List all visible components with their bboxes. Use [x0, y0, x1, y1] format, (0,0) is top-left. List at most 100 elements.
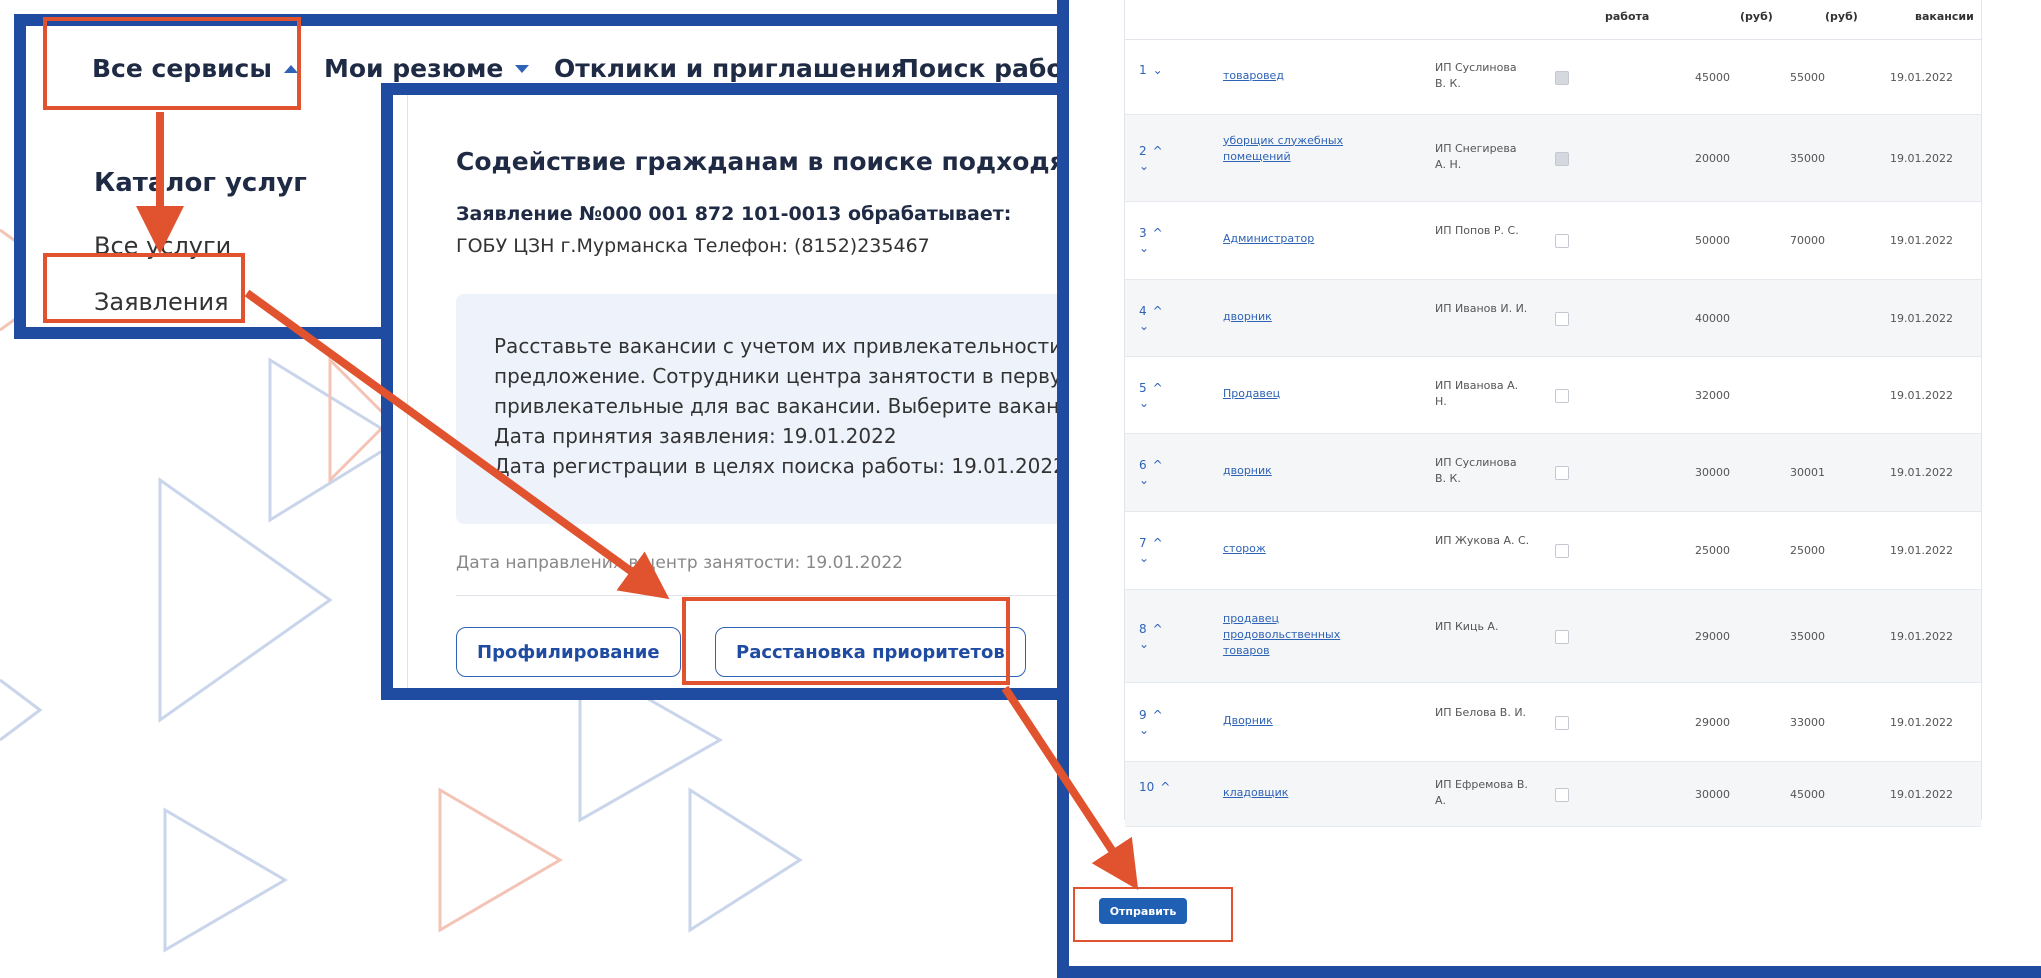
salary-min: 29000: [1695, 715, 1730, 729]
vacancy-date: 19.01.2022: [1890, 70, 1953, 84]
row-number: 9: [1139, 707, 1147, 722]
vacancy-table: работа (руб) (руб) вакансии 1 ⌄ товаровед И…: [1124, 0, 1982, 827]
move-down-icon[interactable]: ⌄: [1139, 319, 1163, 333]
employer-name: ИП Иванова А. Н.: [1435, 378, 1519, 408]
row-number: 7: [1139, 536, 1147, 550]
move-up-icon[interactable]: ^: [1153, 622, 1163, 636]
nav-responses[interactable]: Отклики и приглашения: [554, 54, 907, 83]
salary-max: 55000: [1790, 70, 1825, 84]
row-checkbox[interactable]: [1555, 388, 1569, 403]
move-up-icon[interactable]: ^: [1153, 708, 1163, 722]
salary-max: 45000: [1790, 787, 1825, 801]
vacancy-link[interactable]: дворник: [1223, 463, 1353, 479]
header-cell: работа: [1605, 10, 1650, 23]
info-line: Дата принятия заявления: 19.01.2022: [494, 424, 897, 448]
vacancy-date: 19.01.2022: [1890, 787, 1953, 801]
row-number: 4: [1139, 303, 1147, 318]
profiling-button[interactable]: Профилирование: [456, 627, 681, 677]
salary-max: 35000: [1790, 151, 1825, 165]
row-checkbox[interactable]: [1555, 70, 1569, 85]
move-down-icon[interactable]: ⌄: [1153, 63, 1163, 77]
move-up-icon[interactable]: ^: [1153, 144, 1163, 158]
row-number: 5: [1139, 380, 1147, 395]
vacancy-link[interactable]: Дворник: [1223, 713, 1353, 729]
table-row: 4 ^ ⌄ дворник ИП Иванов И. И. 40000 19.01.2022: [1125, 280, 1981, 357]
vacancy-link[interactable]: товаровед: [1223, 68, 1353, 84]
move-up-icon[interactable]: ^: [1153, 304, 1163, 318]
row-checkbox[interactable]: [1555, 466, 1569, 480]
header-cell: (руб): [1825, 10, 1858, 23]
highlight-box: [682, 597, 1010, 685]
move-down-icon[interactable]: ⌄: [1139, 241, 1163, 255]
vacancy-date: 19.01.2022: [1890, 629, 1953, 643]
row-checkbox[interactable]: [1555, 311, 1569, 326]
highlight-box: [43, 253, 245, 323]
vacancy-link[interactable]: Продавец: [1223, 386, 1353, 402]
caret-down-icon: [515, 64, 530, 73]
sent-date: Дата направления в центр занятости: 19.0…: [456, 553, 903, 573]
employer-name: ИП Киць А.: [1435, 619, 1499, 633]
salary-min: 30000: [1695, 787, 1730, 801]
employer-name: ИП Попов Р. С.: [1435, 224, 1519, 237]
vacancy-link[interactable]: уборщик служебных помещений: [1223, 133, 1353, 165]
vacancy-date: 19.01.2022: [1890, 151, 1953, 165]
employer-name: ИП Ефремова В. А.: [1435, 777, 1528, 807]
row-priority-controls: 2 ^ ⌄: [1139, 143, 1163, 173]
salary-min: 30000: [1695, 466, 1730, 479]
vacancy-date: 19.01.2022: [1890, 466, 1953, 479]
info-line: Дата регистрации в целях поиска работы: …: [494, 454, 1073, 478]
highlight-box: [43, 17, 301, 110]
row-number: 3: [1139, 226, 1147, 240]
row-checkbox[interactable]: [1555, 151, 1569, 166]
salary-max: 33000: [1790, 715, 1825, 729]
info-line: предложение. Сотрудники центра занятости…: [494, 364, 1079, 388]
info-box: Расставьте вакансии с учетом их привлека…: [456, 294, 1079, 524]
move-down-icon[interactable]: ⌄: [1139, 473, 1163, 487]
row-priority-controls: 6 ^ ⌄: [1139, 457, 1163, 487]
row-checkbox[interactable]: [1555, 544, 1569, 558]
vacancy-link[interactable]: Администратор: [1223, 231, 1353, 247]
move-down-icon[interactable]: ⌄: [1139, 159, 1163, 173]
vacancy-priority-panel: работа (руб) (руб) вакансии 1 ⌄ товаровед И…: [1057, 0, 2041, 978]
move-up-icon[interactable]: ^: [1153, 381, 1163, 395]
move-down-icon[interactable]: ⌄: [1139, 637, 1163, 651]
move-down-icon[interactable]: ⌄: [1139, 396, 1163, 410]
table-row: 10 ^ кладовщик ИП Ефремова В. А. 30000 45000 1…: [1125, 762, 1981, 827]
table-header: работа (руб) (руб) вакансии: [1125, 0, 1981, 40]
row-checkbox[interactable]: [1555, 715, 1569, 730]
table-row: 3 ^ ⌄ Администратор ИП Попов Р. С. 50000 70000…: [1125, 202, 1981, 280]
row-checkbox[interactable]: [1555, 787, 1569, 802]
row-priority-controls: 8 ^ ⌄: [1139, 621, 1163, 651]
employer-name: ИП Суслинова В. К.: [1435, 60, 1517, 90]
salary-min: 32000: [1695, 388, 1730, 402]
move-down-icon[interactable]: ⌄: [1139, 723, 1163, 737]
nav-my-resumes[interactable]: Мои резюме: [324, 54, 530, 83]
row-checkbox[interactable]: [1555, 234, 1569, 248]
salary-min: 25000: [1695, 544, 1730, 557]
move-up-icon[interactable]: ^: [1153, 458, 1163, 472]
vacancy-link[interactable]: сторож: [1223, 541, 1353, 557]
row-priority-controls: 7 ^ ⌄: [1139, 535, 1163, 565]
employer-name: ИП Иванов И. И.: [1435, 301, 1528, 315]
application-title: Содействие гражданам в поиске подходящ: [456, 147, 1081, 176]
vacancy-date: 19.01.2022: [1890, 311, 1953, 325]
table-row: 5 ^ ⌄ Продавец ИП Иванова А. Н. 32000 19.01.20…: [1125, 357, 1981, 434]
vacancy-link[interactable]: дворник: [1223, 309, 1353, 325]
employer-name: ИП Белова В. И.: [1435, 705, 1527, 719]
salary-max: 25000: [1790, 544, 1825, 557]
vacancy-link[interactable]: продавец продовольственных товаров: [1223, 611, 1353, 659]
move-down-icon[interactable]: ⌄: [1139, 551, 1163, 565]
table-row: 7 ^ ⌄ сторож ИП Жукова А. С. 25000 25000 19.01.…: [1125, 512, 1981, 590]
employer-name: ИП Снегирева А. Н.: [1435, 141, 1517, 171]
row-priority-controls: 5 ^ ⌄: [1139, 380, 1163, 410]
move-up-icon[interactable]: ^: [1153, 536, 1163, 550]
move-up-icon[interactable]: ^: [1153, 226, 1163, 240]
salary-max: 70000: [1790, 234, 1825, 247]
vacancy-date: 19.01.2022: [1890, 388, 1953, 402]
row-checkbox[interactable]: [1555, 629, 1569, 644]
salary-min: 29000: [1695, 629, 1730, 643]
row-number: 10: [1139, 779, 1155, 794]
move-up-icon[interactable]: ^: [1160, 780, 1170, 794]
vacancy-link[interactable]: кладовщик: [1223, 785, 1353, 801]
highlight-box: [1073, 887, 1233, 942]
